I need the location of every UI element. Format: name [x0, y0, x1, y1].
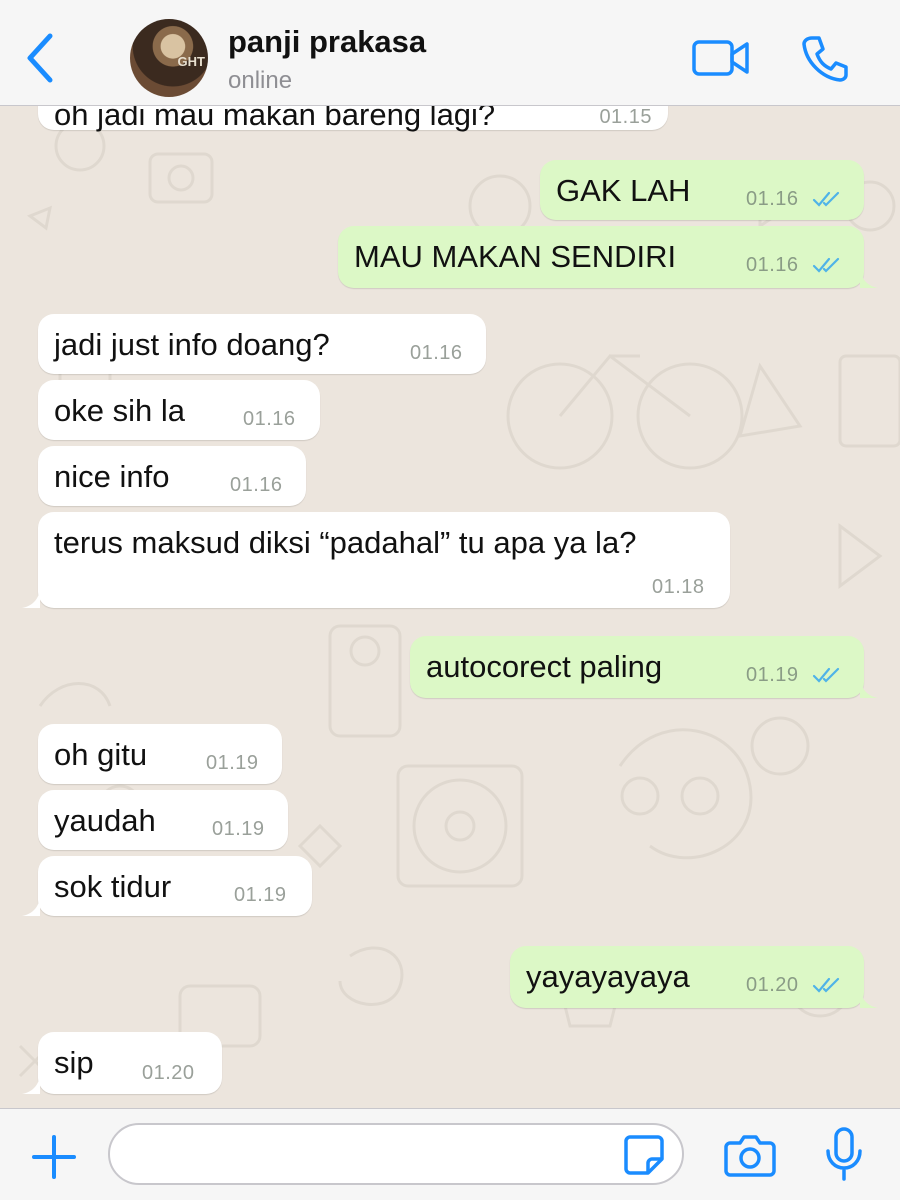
message-input[interactable] [108, 1123, 684, 1185]
camera-icon [724, 1135, 776, 1177]
message-incoming[interactable]: oke sih la 01.16 [38, 380, 320, 440]
message-text: oh gitu [54, 737, 148, 772]
message-incoming[interactable]: nice info 01.16 [38, 446, 306, 506]
message-outgoing[interactable]: MAU MAKAN SENDIRI 01.16 [338, 226, 864, 288]
camera-button[interactable] [724, 1133, 776, 1177]
message-time: 01.19 [234, 884, 287, 906]
bubble-tail [860, 270, 878, 288]
attach-button[interactable] [30, 1133, 78, 1181]
chevron-left-icon [27, 33, 53, 83]
video-call-button[interactable] [692, 38, 750, 78]
message-text: MAU MAKAN SENDIRI [354, 239, 677, 274]
contact-name[interactable]: panji prakasa [228, 24, 426, 60]
message-incoming[interactable]: sok tidur 01.19 [38, 856, 312, 916]
message-time: 01.16 [243, 408, 296, 430]
back-button[interactable] [22, 30, 62, 86]
phone-icon [802, 36, 848, 82]
message-time: 01.16 [410, 342, 463, 364]
message-text: GAK LAH [556, 173, 691, 208]
message-text: sok tidur [54, 869, 172, 904]
bubble-tail [22, 898, 40, 916]
read-ticks-icon [812, 667, 840, 683]
message-incoming[interactable]: sip 01.20 [38, 1032, 222, 1094]
message-incoming[interactable]: terus maksud diksi “padahal” tu apa ya l… [38, 512, 730, 608]
message-incoming[interactable]: yaudah 01.19 [38, 790, 288, 850]
message-time: 01.19 [206, 752, 259, 774]
message-outgoing[interactable]: GAK LAH 01.16 [540, 160, 864, 220]
voice-call-button[interactable] [800, 34, 850, 84]
microphone-icon [826, 1127, 862, 1181]
message-text: terus maksud diksi “padahal” tu apa ya l… [54, 525, 637, 560]
message-text: jadi just info doang? [54, 327, 330, 362]
bubble-tail [860, 990, 878, 1008]
avatar[interactable]: GHT [130, 19, 208, 97]
message-time: 01.19 [746, 664, 799, 686]
plus-icon [32, 1135, 76, 1179]
message-input-bar [0, 1108, 900, 1200]
sticker-icon [624, 1135, 664, 1175]
message-outgoing[interactable]: autocorect paling 01.19 [410, 636, 864, 698]
contact-status: online [228, 67, 293, 94]
message-time: 01.16 [746, 254, 799, 276]
bubble-tail [22, 590, 40, 608]
message-time: 01.16 [230, 474, 283, 496]
voice-message-button[interactable] [824, 1127, 864, 1183]
message-time: 01.15 [599, 106, 652, 128]
read-ticks-icon [812, 191, 840, 207]
avatar-overlay-text: GHT [177, 54, 205, 69]
chat-header: GHT panji prakasa online [0, 0, 900, 106]
bubble-tail [860, 680, 878, 698]
message-time: 01.20 [142, 1062, 195, 1084]
message-text: oke sih la [54, 393, 185, 428]
message-text: sip [54, 1045, 94, 1080]
message-time: 01.19 [212, 818, 265, 840]
message-list[interactable]: oh jadi mau makan bareng lagi? 01.15 GAK… [0, 106, 900, 1108]
message-incoming[interactable]: jadi just info doang? 01.16 [38, 314, 486, 374]
message-incoming[interactable]: oh jadi mau makan bareng lagi? 01.15 [38, 106, 668, 132]
message-time: 01.20 [746, 974, 799, 996]
message-text: oh jadi mau makan bareng lagi? [54, 106, 496, 132]
message-text: autocorect paling [426, 649, 663, 684]
message-text: yayayayaya [526, 959, 690, 994]
message-text: nice info [54, 459, 170, 494]
message-time: 01.18 [652, 576, 705, 598]
message-time: 01.16 [746, 188, 799, 210]
sticker-button[interactable] [622, 1133, 666, 1177]
message-outgoing[interactable]: yayayayaya 01.20 [510, 946, 864, 1008]
message-text: yaudah [54, 803, 156, 838]
video-camera-icon [692, 40, 749, 76]
read-ticks-icon [812, 257, 840, 273]
bubble-tail [22, 1076, 40, 1094]
read-ticks-icon [812, 977, 840, 993]
message-incoming[interactable]: oh gitu 01.19 [38, 724, 282, 784]
